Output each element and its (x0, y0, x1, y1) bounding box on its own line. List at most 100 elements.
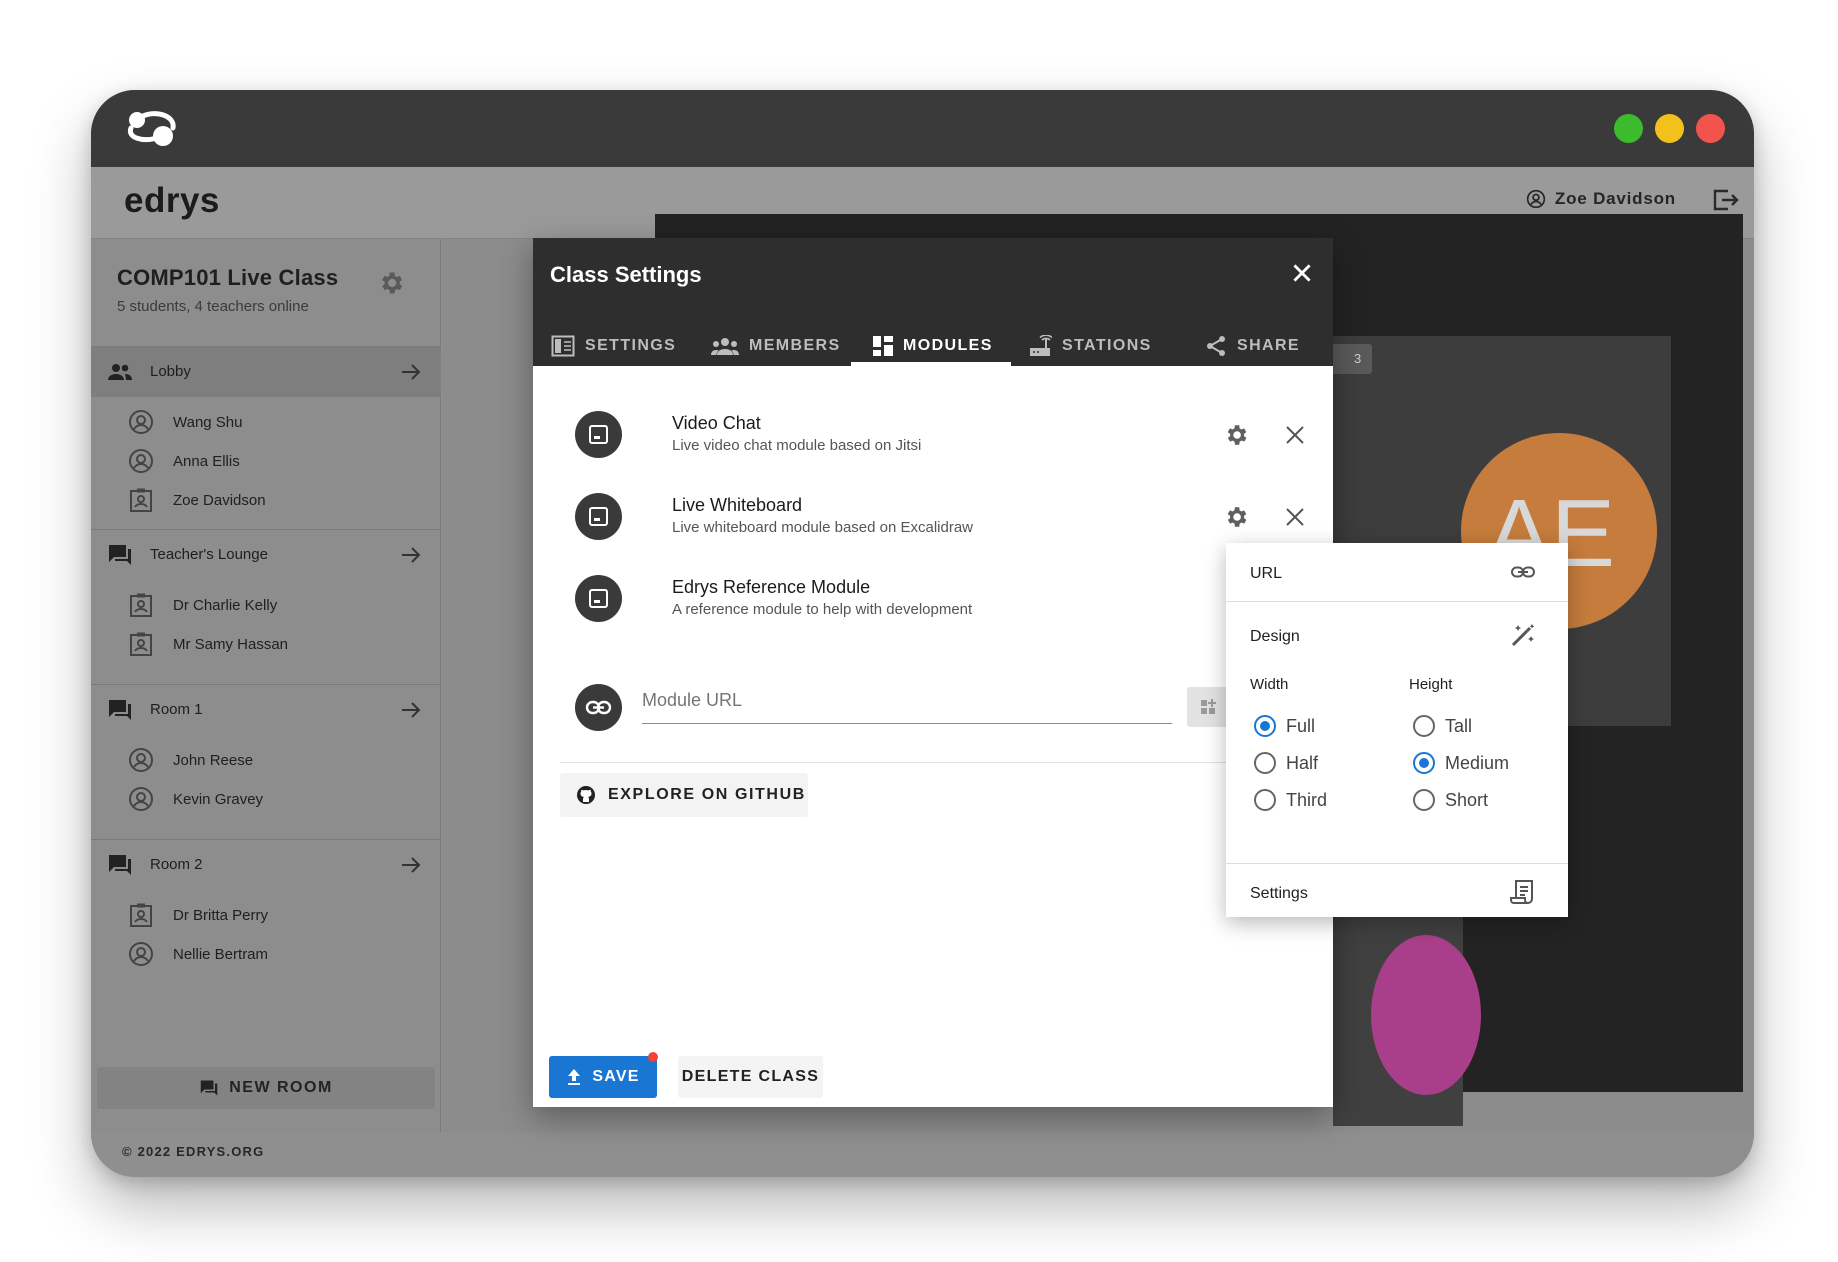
tab-settings[interactable]: SETTINGS (551, 326, 676, 366)
room-member: John Reese (91, 740, 441, 780)
module-item: Video Chat Live video chat module based … (575, 402, 1315, 462)
maximize-button[interactable] (1614, 114, 1643, 143)
tab-stations[interactable]: STATIONS (1028, 326, 1152, 366)
arrow-right-icon[interactable] (399, 360, 423, 384)
class-title: COMP101 Live Class (117, 265, 339, 290)
sidebar-room-room-1[interactable]: Room 1 (91, 685, 441, 735)
badge-icon (130, 488, 152, 512)
magic-wand-icon[interactable] (1510, 622, 1536, 648)
radio-label: Full (1286, 715, 1316, 736)
room-member: Zoe Davidson (91, 480, 441, 520)
tab-label: MODULES (903, 337, 993, 354)
add-module-button[interactable] (1187, 687, 1231, 727)
sidebar-room-lobby[interactable]: Lobby (91, 347, 441, 397)
close-icon[interactable] (1285, 425, 1305, 445)
room-label: Room 2 (150, 856, 203, 873)
module-name: Edrys Reference Module (672, 577, 871, 597)
close-icon[interactable] (1289, 260, 1315, 286)
logout-icon[interactable] (1710, 185, 1740, 215)
tab-modules[interactable]: MODULES (873, 326, 993, 366)
module-icon (575, 493, 622, 540)
height-option-short[interactable]: Short (1413, 789, 1488, 811)
member-name: Dr Charlie Kelly (173, 597, 278, 614)
add-widget-icon (1201, 699, 1216, 714)
member-name: Mr Samy Hassan (173, 636, 289, 653)
radio-label: Third (1286, 789, 1328, 810)
module-settings-popup: URL Design Width Height Full Half Third … (1226, 543, 1568, 917)
explore-github-button[interactable]: EXPLORE ON GITHUB (560, 773, 808, 817)
gear-icon[interactable] (1223, 422, 1249, 448)
room-label: Room 1 (150, 701, 203, 718)
width-option-half[interactable]: Half (1254, 752, 1318, 774)
save-label: SAVE (592, 1068, 640, 1085)
sidebar: COMP101 Live Class 5 students, 4 teacher… (91, 239, 441, 1132)
room-member: Dr Charlie Kelly (91, 585, 441, 625)
close-window-button[interactable] (1696, 114, 1725, 143)
edrys-logo-icon (127, 111, 176, 146)
design-label: Design (1250, 628, 1300, 645)
module-description: A reference module to help with developm… (672, 601, 973, 618)
active-tab-indicator (851, 362, 1011, 366)
people-icon (108, 364, 132, 380)
tab-label: STATIONS (1062, 337, 1152, 354)
arrow-right-icon[interactable] (399, 853, 423, 877)
sidebar-room-teachers-lounge[interactable]: Teacher's Lounge (91, 530, 441, 580)
radio-unselected-icon (1254, 752, 1276, 774)
room-member: Dr Britta Perry (91, 895, 441, 935)
close-icon[interactable] (1285, 507, 1305, 527)
module-url-field (642, 678, 1172, 724)
room-label: Lobby (150, 363, 191, 380)
popup-divider (1226, 601, 1568, 602)
arrow-right-icon[interactable] (399, 543, 423, 567)
member-name: Wang Shu (173, 414, 243, 431)
badge-icon (130, 903, 152, 927)
screenshot-stage: edrys Zoe Davidson COMP101 Live Class 5 … (0, 0, 1838, 1262)
height-option-medium[interactable]: Medium (1413, 752, 1509, 774)
badge-icon (130, 632, 152, 656)
tab-label: SETTINGS (585, 337, 677, 354)
module-item: Live Whiteboard Live whiteboard module b… (575, 484, 1315, 544)
account-circle-icon (129, 787, 153, 811)
radio-label: Half (1286, 752, 1319, 773)
share-icon (1207, 336, 1225, 356)
footer-copyright: © 2022 EDRYS.ORG (122, 1144, 265, 1159)
class-settings-gear-icon[interactable] (377, 269, 405, 297)
unsaved-indicator (648, 1052, 658, 1062)
save-button[interactable]: SAVE (549, 1056, 657, 1098)
tab-share[interactable]: SHARE (1205, 326, 1300, 366)
class-settings-dialog: Class Settings SETTINGS MEMBERS MODULES … (533, 238, 1333, 1107)
receipt-settings-icon[interactable] (1510, 879, 1536, 905)
radio-selected-icon (1254, 715, 1276, 737)
footer: © 2022 EDRYS.ORG (91, 1132, 1754, 1177)
participant-count: 3 (1354, 351, 1362, 366)
width-option-full[interactable]: Full (1254, 715, 1315, 737)
member-name: John Reese (173, 752, 254, 769)
popup-divider (1226, 863, 1568, 864)
minimize-button[interactable] (1655, 114, 1684, 143)
link-icon[interactable] (1510, 559, 1536, 585)
account-circle-icon (129, 748, 153, 772)
room-label: Teacher's Lounge (150, 546, 268, 563)
link-icon (575, 684, 622, 731)
github-icon (577, 786, 595, 804)
delete-class-button[interactable]: DELETE CLASS (678, 1056, 823, 1098)
new-room-button[interactable]: NEW ROOM (97, 1067, 435, 1109)
room-member: Anna Ellis (91, 441, 441, 481)
account-circle-icon (129, 942, 153, 966)
height-option-tall[interactable]: Tall (1413, 715, 1472, 737)
module-name: Video Chat (672, 413, 761, 433)
width-option-third[interactable]: Third (1254, 789, 1327, 811)
height-label: Height (1409, 676, 1453, 693)
sidebar-room-room-2[interactable]: Room 2 (91, 840, 441, 890)
user-name: Zoe Davidson (1554, 189, 1676, 208)
module-item: Edrys Reference Module A reference modul… (575, 566, 1315, 626)
tab-members[interactable]: MEMBERS (711, 326, 841, 366)
module-name: Live Whiteboard (672, 495, 803, 515)
user-menu[interactable]: Zoe Davidson (1526, 189, 1676, 209)
gear-icon[interactable] (1223, 504, 1249, 530)
module-url-input[interactable] (642, 678, 1172, 722)
router-icon (1030, 335, 1052, 356)
settings-label: Settings (1250, 885, 1308, 902)
upload-icon (568, 1069, 581, 1085)
arrow-right-icon[interactable] (399, 698, 423, 722)
